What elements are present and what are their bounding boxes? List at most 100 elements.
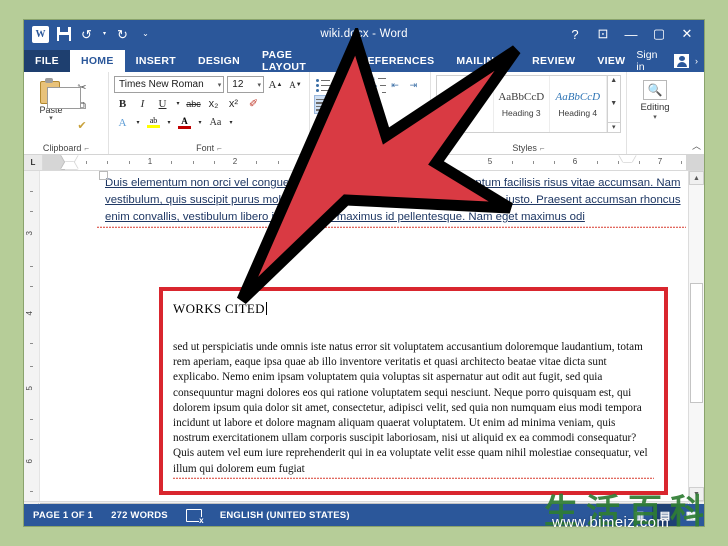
- minimize-button[interactable]: —: [618, 22, 644, 46]
- tab-mailings[interactable]: MAILINGS: [445, 50, 521, 72]
- close-button[interactable]: ✕: [674, 22, 700, 46]
- horizontal-ruler[interactable]: L 1 2 3 4 5 6 7: [24, 155, 704, 171]
- styles-scroll-down-icon[interactable]: ▼: [610, 100, 617, 107]
- text-cursor: [265, 302, 267, 315]
- font-name-combo[interactable]: Times New Roman ▾: [114, 76, 225, 93]
- tab-file[interactable]: FILE: [24, 50, 70, 72]
- shading-icon[interactable]: ◮: [315, 115, 333, 132]
- tab-selector-button[interactable]: L: [24, 155, 43, 170]
- highlight-dropdown-icon[interactable]: ▾: [165, 114, 173, 131]
- font-color-button[interactable]: A: [176, 114, 193, 131]
- tab-home[interactable]: HOME: [69, 50, 125, 72]
- scroll-thumb[interactable]: [690, 283, 703, 403]
- paste-dropdown-icon[interactable]: ▾: [49, 115, 53, 122]
- underline-dropdown-icon[interactable]: ▾: [174, 95, 182, 112]
- help-button[interactable]: ?: [562, 22, 588, 46]
- scroll-up-button[interactable]: ▲: [689, 171, 704, 185]
- chevron-down-icon[interactable]: ▾: [214, 81, 222, 89]
- undo-dropdown-icon[interactable]: ▾: [101, 26, 108, 43]
- tab-page-layout[interactable]: PAGE LAYOUT: [251, 49, 349, 73]
- customize-qat-icon[interactable]: ⌄: [137, 26, 154, 43]
- editing-dropdown-icon[interactable]: ▾: [653, 114, 657, 121]
- ribbon-display-options-button[interactable]: ⊡: [590, 22, 616, 46]
- style-item-heading-4[interactable]: AaBbCcD Heading 4: [550, 76, 607, 132]
- tab-references[interactable]: REFERENCES: [349, 50, 446, 72]
- chevron-right-icon[interactable]: ›: [695, 56, 698, 66]
- text-effects-icon[interactable]: A: [114, 114, 131, 131]
- italic-button[interactable]: I: [134, 95, 151, 112]
- grow-font-icon[interactable]: A ▲: [267, 76, 284, 93]
- works-cited-heading-line: WORKS CITED: [173, 300, 654, 318]
- site-watermark: 生活百科 www.bimeiz.com: [540, 488, 728, 546]
- undo-icon[interactable]: ↺: [78, 26, 95, 43]
- borders-icon[interactable]: ⊞: [345, 115, 363, 132]
- format-painter-icon[interactable]: ✔: [73, 117, 91, 133]
- numbering-dropdown-icon[interactable]: ▾: [362, 77, 370, 94]
- shrink-font-icon[interactable]: A ▼: [287, 76, 304, 93]
- proofing-errors-icon[interactable]: [177, 504, 211, 526]
- sign-in-label: Sign in: [636, 49, 658, 73]
- word-icon[interactable]: W: [32, 25, 49, 43]
- language-indicator[interactable]: ENGLISH (UNITED STATES): [211, 504, 359, 526]
- strikethrough-button[interactable]: abc: [185, 95, 202, 112]
- change-case-dropdown-icon[interactable]: ▾: [227, 114, 235, 131]
- editing-button[interactable]: 🔍 Editing ▾: [632, 74, 678, 121]
- collapse-ribbon-icon[interactable]: ︿: [692, 139, 701, 152]
- align-center-icon[interactable]: [335, 96, 353, 113]
- account-icon[interactable]: [673, 54, 689, 68]
- decrease-indent-icon[interactable]: ⇤: [390, 77, 406, 94]
- tab-design[interactable]: DESIGN: [187, 50, 251, 72]
- works-cited-body[interactable]: sed ut perspiciatis unde omnis iste natu…: [173, 340, 654, 479]
- works-cited-heading[interactable]: WORKS CITED: [173, 301, 265, 317]
- bullets-icon[interactable]: [315, 77, 331, 94]
- vertical-scrollbar[interactable]: ▲ ▼: [688, 171, 704, 501]
- font-dialog-launcher[interactable]: ⌐: [217, 144, 222, 153]
- multilevel-list-icon[interactable]: 1 a i: [372, 76, 388, 95]
- text-effects-dropdown-icon[interactable]: ▾: [134, 114, 142, 131]
- increase-indent-icon[interactable]: ⇥: [409, 77, 425, 94]
- clipboard-dialog-launcher[interactable]: ⌐: [84, 144, 89, 153]
- tab-view[interactable]: VIEW: [586, 50, 636, 72]
- styles-more-icon[interactable]: ▾: [607, 122, 620, 131]
- style-item-heading-3[interactable]: AaBbCcD Heading 3: [494, 76, 551, 132]
- sign-in-area[interactable]: Sign in ›: [636, 49, 704, 73]
- word-count[interactable]: 272 WORDS: [102, 504, 177, 526]
- subscript-button[interactable]: x₂: [205, 95, 222, 112]
- align-right-icon[interactable]: [355, 96, 373, 113]
- font-name-value: Times New Roman: [119, 79, 204, 90]
- redo-icon[interactable]: ↻: [114, 26, 131, 43]
- title-bar: W ↺ ▾ ↻ ⌄ wiki.docx - Word ? ⊡ — ▢ ✕: [24, 20, 704, 48]
- bold-button[interactable]: B: [114, 95, 131, 112]
- font-color-dropdown-icon[interactable]: ▾: [196, 114, 204, 131]
- styles-scroll[interactable]: ▲ ▼ ▾: [606, 76, 620, 132]
- change-case-icon[interactable]: Aa: [207, 114, 224, 131]
- document-page[interactable]: Duis elementum non orci vel congue. Null…: [97, 171, 704, 501]
- align-left-icon[interactable]: [314, 95, 334, 114]
- bullets-dropdown-icon[interactable]: ▾: [333, 77, 341, 94]
- underline-button[interactable]: U: [154, 95, 171, 112]
- tab-insert[interactable]: INSERT: [125, 50, 187, 72]
- hanging-indent-marker[interactable]: [61, 155, 78, 169]
- styles-dialog-launcher[interactable]: ⌐: [540, 144, 545, 153]
- shading-dropdown-icon[interactable]: ▾: [335, 115, 343, 132]
- tab-review[interactable]: REVIEW: [521, 50, 586, 72]
- highlight-color-button[interactable]: ab: [145, 114, 162, 131]
- numbering-icon[interactable]: 1 2 3: [343, 76, 359, 95]
- page-indicator[interactable]: PAGE 1 OF 1: [24, 504, 102, 526]
- ruler-track[interactable]: 1 2 3 4 5 6 7: [43, 155, 704, 170]
- chevron-down-icon[interactable]: ▾: [253, 81, 261, 89]
- right-indent-marker[interactable]: [619, 155, 636, 169]
- font-group-label: Font ⌐: [196, 143, 222, 153]
- paste-icon: [38, 78, 81, 109]
- save-icon[interactable]: [55, 26, 72, 43]
- superscript-button[interactable]: x²: [225, 95, 242, 112]
- maximize-button[interactable]: ▢: [646, 22, 672, 46]
- paste-button[interactable]: Paste ▾: [29, 77, 81, 122]
- font-size-combo[interactable]: 12 ▾: [227, 76, 264, 93]
- document-top-paragraph[interactable]: Duis elementum non orci vel congue. Null…: [97, 175, 686, 228]
- vertical-ruler[interactable]: 3 4 5 6: [24, 171, 40, 501]
- styles-scroll-up-icon[interactable]: ▲: [610, 77, 617, 84]
- styles-gallery[interactable]: AaBbCcD x AaBbCcD Heading 3 AaBbCcD Head…: [436, 75, 621, 133]
- clear-formatting-icon[interactable]: ✐: [245, 95, 262, 112]
- style-item-heading-1[interactable]: AaBbCcD x: [437, 76, 494, 132]
